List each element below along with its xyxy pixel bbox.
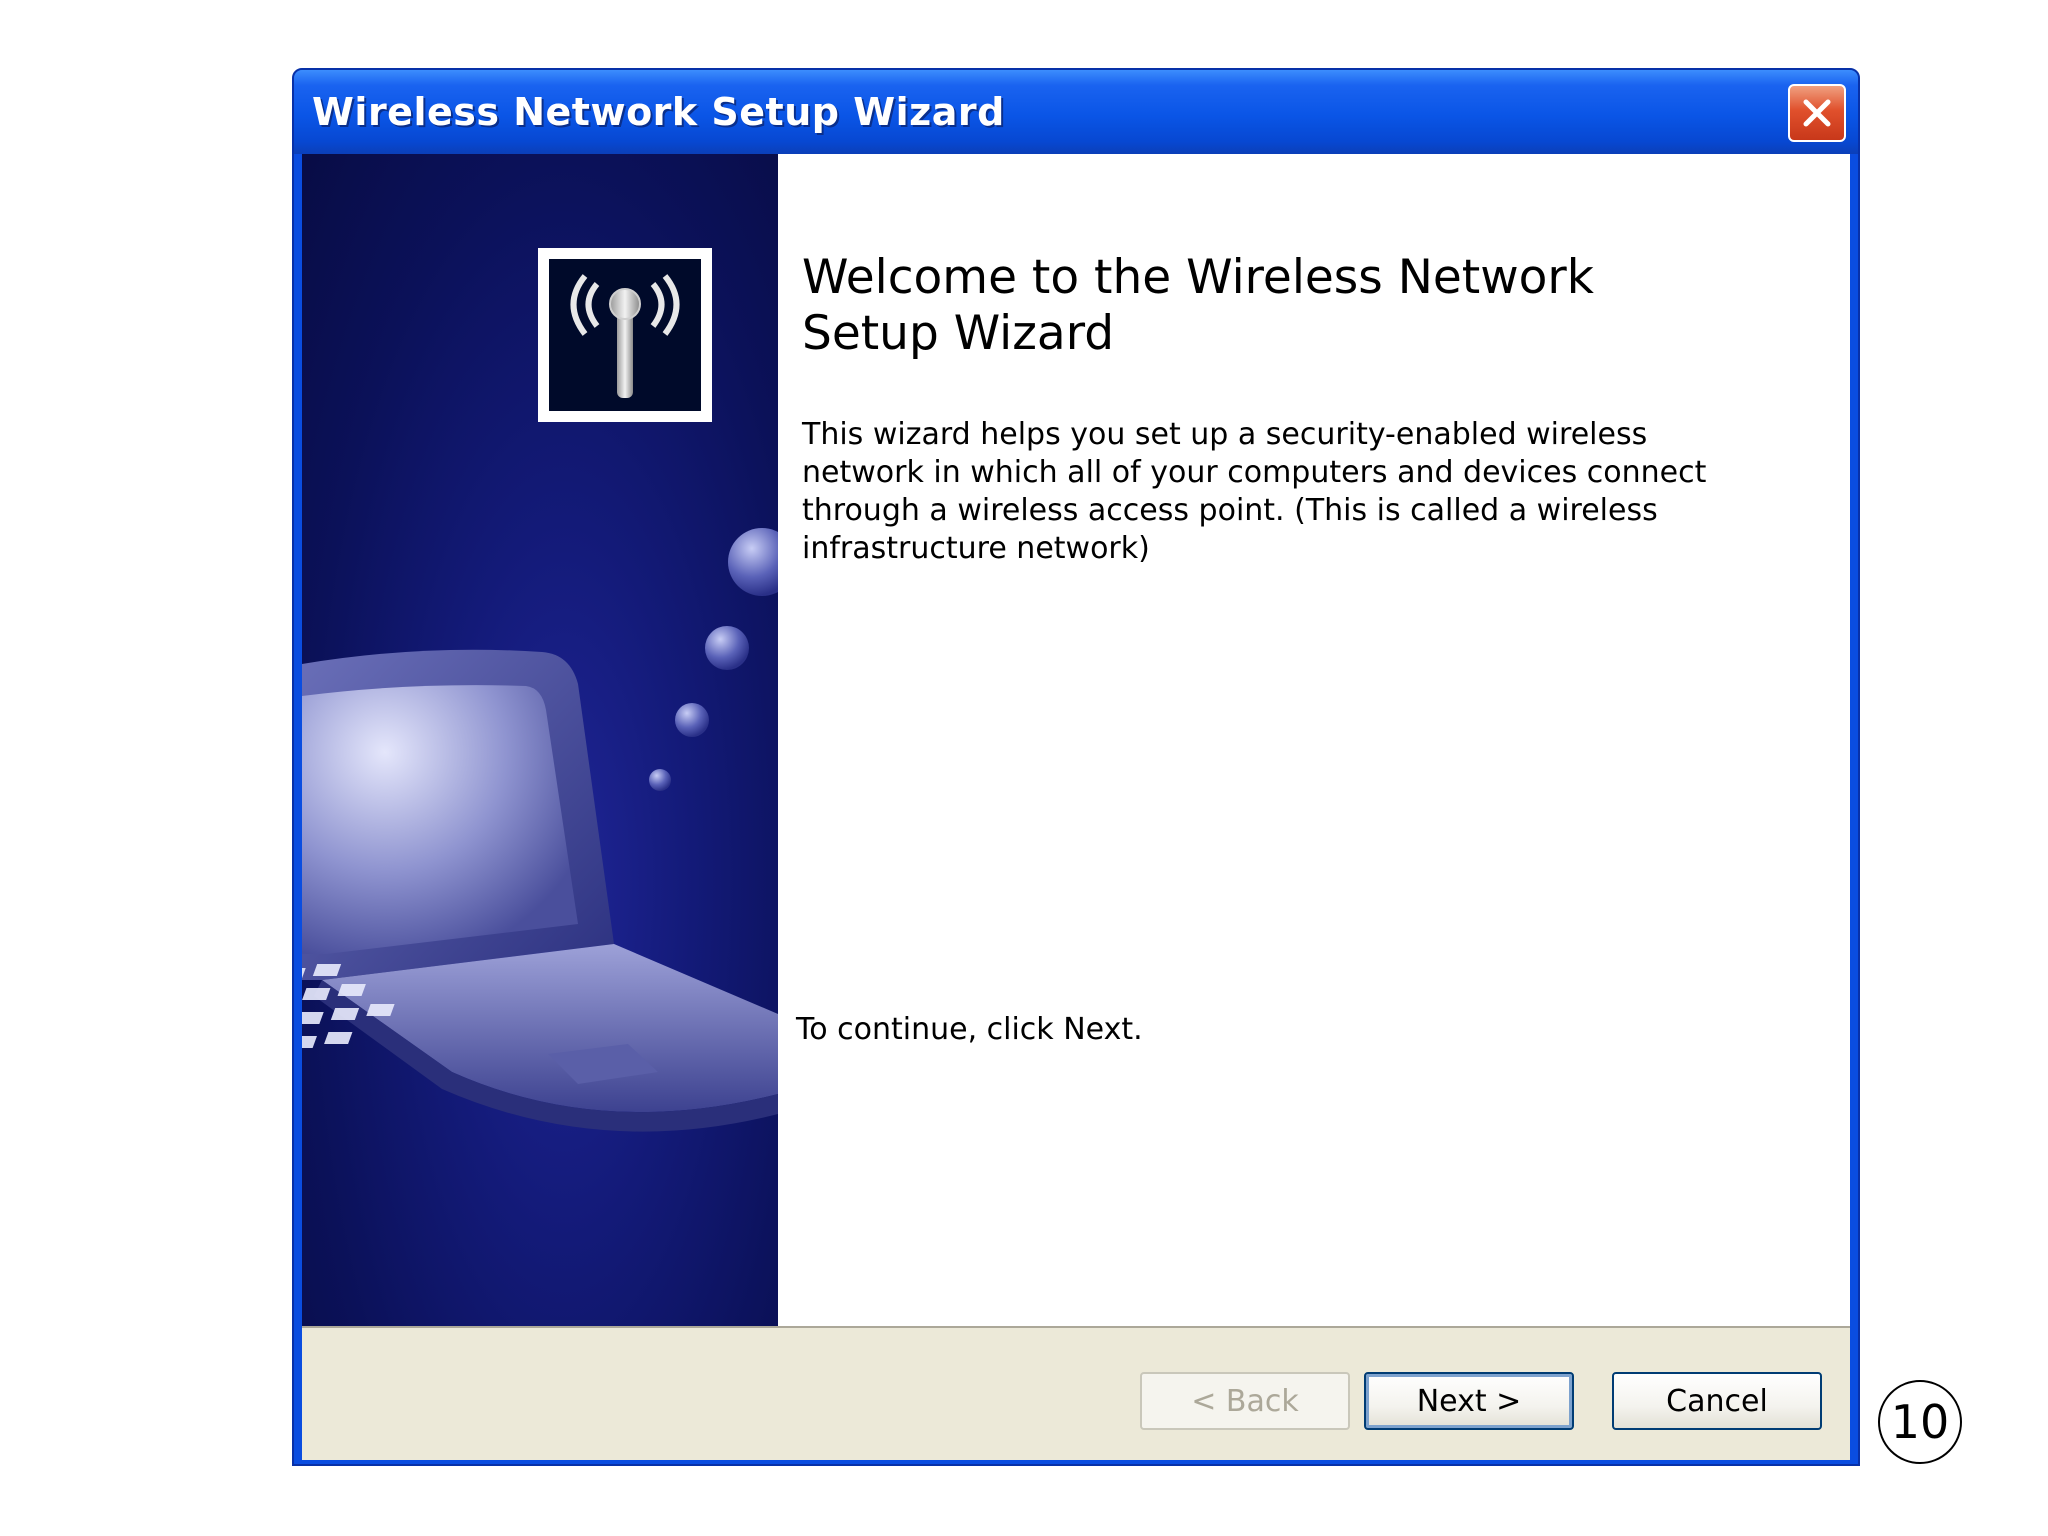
- close-icon: [1803, 99, 1831, 127]
- wizard-client-area: Welcome to the Wireless Network Setup Wi…: [302, 154, 1850, 1460]
- wizard-window: Wireless Network Setup Wizard Welcome to…: [292, 68, 1860, 1466]
- wizard-description: This wizard helps you set up a security-…: [802, 417, 1707, 566]
- page-title-line-1: Welcome to the Wireless Network: [802, 250, 1594, 305]
- close-button[interactable]: [1788, 84, 1846, 142]
- title-bar[interactable]: Wireless Network Setup Wizard: [294, 70, 1858, 154]
- wizard-side-panel: [302, 154, 778, 1326]
- page-title: Welcome to the Wireless Network Setup Wi…: [802, 250, 1702, 362]
- callout-number-badge: 10: [1878, 1380, 1962, 1464]
- cancel-button[interactable]: Cancel: [1612, 1372, 1822, 1430]
- page-title-line-2: Setup Wizard: [802, 306, 1115, 361]
- next-button[interactable]: Next >: [1364, 1372, 1574, 1430]
- back-button[interactable]: < Back: [1140, 1372, 1350, 1430]
- wizard-content: Welcome to the Wireless Network Setup Wi…: [778, 154, 1850, 1326]
- window-title: Wireless Network Setup Wizard: [312, 90, 1005, 134]
- wireless-antenna-icon: [538, 248, 712, 422]
- continue-instruction: To continue, click Next.: [796, 1012, 1143, 1047]
- wizard-button-bar: < Back Next > Cancel: [302, 1326, 1850, 1460]
- signal-bubbles: [649, 528, 778, 791]
